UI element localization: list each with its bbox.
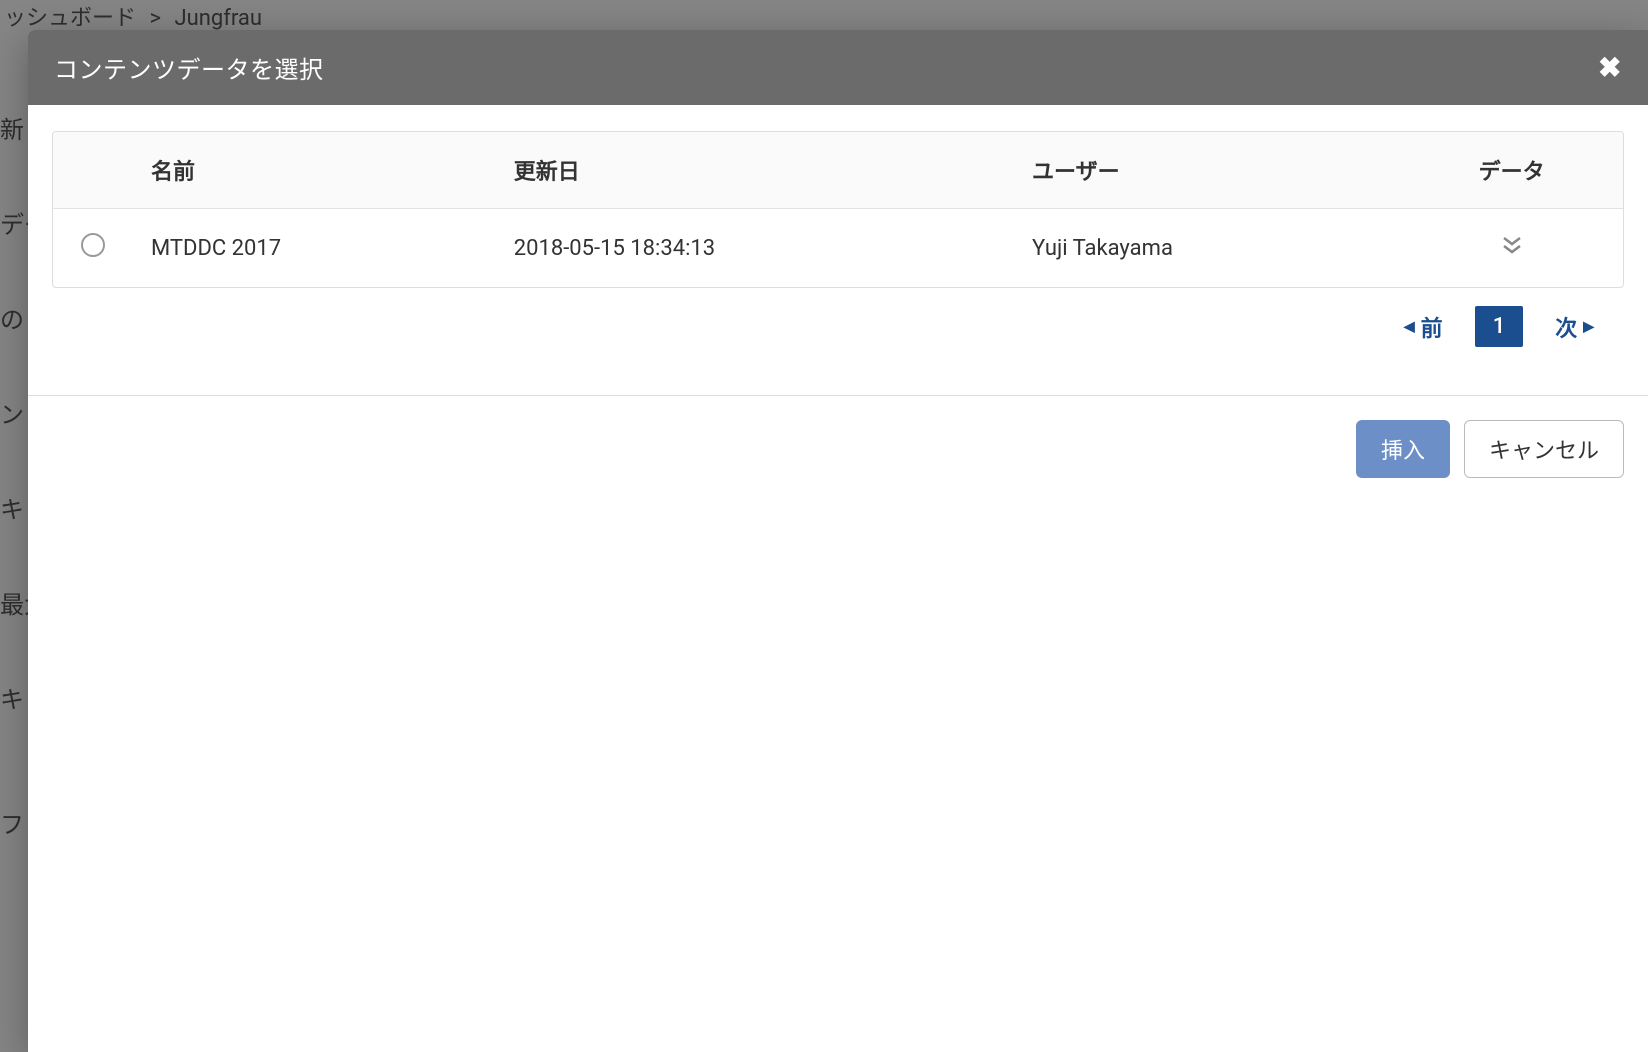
next-label: 次 <box>1555 311 1577 343</box>
prev-label: 前 <box>1421 311 1443 343</box>
triangle-right-icon: ▶ <box>1583 319 1594 335</box>
col-select <box>53 132 133 209</box>
triangle-left-icon: ◀ <box>1404 319 1415 335</box>
prev-page-button[interactable]: ◀ 前 <box>1404 311 1443 343</box>
row-updated: 2018-05-15 18:34:13 <box>496 209 1014 288</box>
modal-footer: 挿入 キャンセル <box>28 396 1648 502</box>
row-name: MTDDC 2017 <box>133 209 496 288</box>
col-user: ユーザー <box>1014 132 1400 209</box>
modal-title: コンテンツデータを選択 <box>54 50 324 85</box>
col-data: データ <box>1400 132 1623 209</box>
row-user: Yuji Takayama <box>1014 209 1400 288</box>
modal-fill <box>28 502 1648 1052</box>
close-icon[interactable]: ✖ <box>1598 54 1622 82</box>
page-number-current[interactable]: 1 <box>1475 306 1524 347</box>
row-radio-cell <box>53 209 133 288</box>
row-data-cell <box>1400 209 1623 288</box>
col-name: 名前 <box>133 132 496 209</box>
col-updated: 更新日 <box>496 132 1014 209</box>
next-page-button[interactable]: 次 ▶ <box>1555 311 1594 343</box>
content-data-table: 名前 更新日 ユーザー データ MTDDC 2017 2018-05-15 18… <box>52 131 1624 288</box>
modal-header: コンテンツデータを選択 ✖ <box>28 30 1648 105</box>
pagination: ◀ 前 1 次 ▶ <box>52 288 1624 355</box>
row-radio[interactable] <box>81 233 105 257</box>
table-header-row: 名前 更新日 ユーザー データ <box>53 132 1623 209</box>
select-content-data-modal: コンテンツデータを選択 ✖ 名前 更新日 ユーザー データ <box>28 30 1648 1052</box>
modal-body: 名前 更新日 ユーザー データ MTDDC 2017 2018-05-15 18… <box>28 105 1648 365</box>
chevron-down-icon[interactable] <box>1502 235 1522 255</box>
cancel-button[interactable]: キャンセル <box>1464 420 1624 478</box>
table-row[interactable]: MTDDC 2017 2018-05-15 18:34:13 Yuji Taka… <box>53 209 1623 288</box>
insert-button[interactable]: 挿入 <box>1356 420 1450 478</box>
